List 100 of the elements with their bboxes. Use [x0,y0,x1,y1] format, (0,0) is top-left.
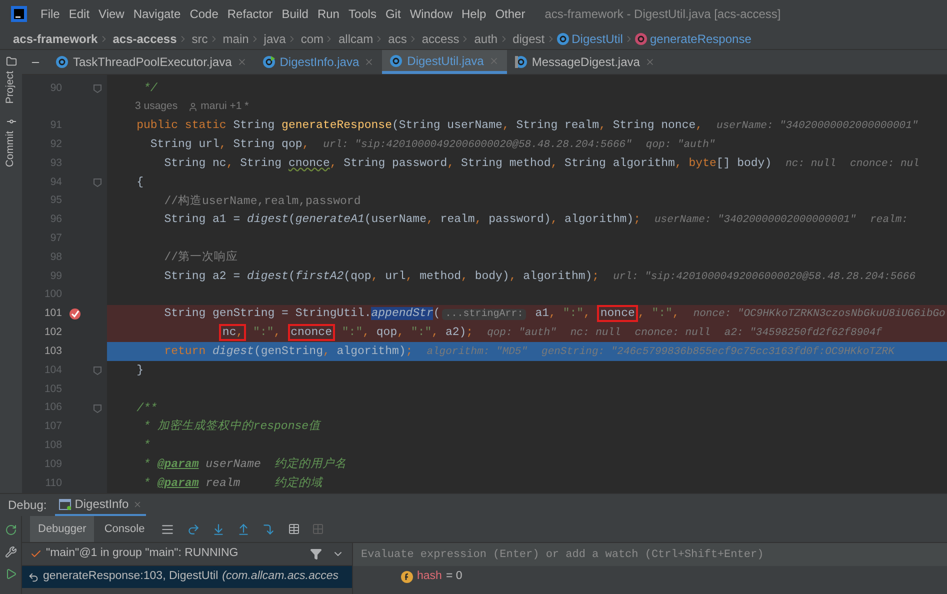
code-token: generateResponse [282,119,392,132]
rerun-icon[interactable] [4,524,16,536]
stack-frame[interactable]: generateResponse:103, DigestUtil (com.allcam.acs.acces [22,566,352,588]
menu-item[interactable]: Other [490,5,530,23]
field-icon [401,571,413,583]
code-token: ":" [562,307,584,320]
code-token: , [672,307,680,320]
menu-item[interactable]: View [94,5,129,23]
menu-item[interactable]: Window [405,5,457,23]
code-token: (qop, url, method, body), algorithm); [344,270,600,283]
inline-value-hint: algorithm: "MD5" [426,346,528,358]
code-token: */ [142,82,158,95]
close-icon[interactable] [364,57,374,67]
breadcrumb-item[interactable]: generateResponse [650,30,752,48]
class-icon [556,32,569,44]
inline-value-hint: userName: "34020000002000000001" [654,214,856,226]
menu-item[interactable]: Run [312,5,344,23]
class-icon [390,54,402,66]
breadcrumb-item[interactable]: main [222,30,249,48]
code-token: , [638,307,646,320]
usages-count[interactable]: 3 usages [135,99,178,116]
inline-value-hint: qop: "auth" [487,327,556,340]
return-arrow-icon [28,572,39,582]
resume-icon[interactable] [4,568,16,580]
inline-value-hint: url: "sip:42010000492006000020@58.48.28.204:5666 [613,270,916,283]
code-token: byte [688,156,716,170]
code-token: , String password, String method, String algorithm, [330,156,683,170]
code-token: //第一次响应 [163,251,238,264]
breadcrumb-item[interactable]: acs-framework [13,30,98,48]
editor-tab[interactable]: MessageDigest.java [506,50,663,74]
menu-icon[interactable] [160,522,174,536]
code-token: appendStr [371,307,434,320]
menu-item[interactable]: Tools [344,5,381,23]
code-token: //构造userName,realm,password [163,194,361,208]
debugger-tab[interactable]: Debugger [30,516,94,542]
editor-tab[interactable]: DigestInfo.java [254,50,382,74]
variable-name[interactable]: hash [417,568,442,586]
close-icon[interactable] [236,57,247,67]
inline-value-hint: userName: "34020000002000000001" [716,120,918,132]
step-into-icon[interactable] [212,522,225,536]
inline-value-hint: a2: "34598250fd2f62f8904f [724,327,882,340]
evaluate-field[interactable]: Evaluate expression (Enter) or add a watch (Ctrl+Shift+Enter) [353,543,947,566]
code-token: String url, String qop, [149,138,310,151]
code-token: [] body) [716,156,772,170]
debugger-tab[interactable]: Console [96,516,153,542]
breadcrumb-item[interactable]: digest [512,30,545,48]
run-to-cursor-icon[interactable] [262,522,275,536]
inline-value-hint: realm: [870,214,908,226]
code-token: * [142,458,152,472]
inline-value-hint: cnonce: nul [850,158,920,170]
breadcrumb-item[interactable]: acs-access [112,30,177,48]
fold-icon[interactable] [93,366,102,376]
code-token: 约定的用户名 [274,458,347,472]
fold-icon[interactable] [93,84,102,93]
code-token: ":" [340,326,363,340]
code-token: digest [247,270,288,283]
grid-icon [312,523,324,535]
breadcrumb-item[interactable]: auth [474,30,498,48]
code-token: ( [288,270,296,283]
code-token: cnonce [288,156,330,170]
menu-item[interactable]: Build [277,5,313,23]
step-out-icon[interactable] [236,522,250,536]
close-icon[interactable] [132,500,142,508]
panel-title: Debug: [8,497,47,514]
filter-icon[interactable] [310,548,322,560]
breadcrumb-item[interactable]: DigestUtil [572,30,623,48]
menu-item[interactable]: Edit [64,5,94,23]
table-icon[interactable] [288,523,300,535]
code-token: a1, [534,307,557,320]
step-over-icon[interactable] [186,522,200,536]
breadcrumb-item[interactable]: access [422,30,460,48]
breadcrumb-item[interactable]: com [300,30,324,48]
thread-label[interactable]: "main"@1 in group "main": RUNNING [46,545,238,563]
breakpoint-icon[interactable] [69,308,81,320]
breadcrumb-item[interactable]: acs [388,30,407,48]
menu-item[interactable]: Help [457,5,491,23]
app-window-icon [58,498,71,510]
tool-window-button[interactable]: Project [3,50,19,110]
menu-item[interactable]: Git [380,5,406,23]
breadcrumb-item[interactable]: java [264,30,286,48]
breadcrumb-item[interactable]: allcam [338,30,374,48]
code-token: String nc, String [163,156,283,170]
code-token: , [274,326,282,340]
class-icon [56,56,68,68]
class-icon [262,56,275,68]
code-token: * [142,476,152,490]
settings-icon[interactable] [4,546,16,558]
code-token: 约定的域 [274,476,323,490]
code-token: String genString = StringUtil. [163,307,372,320]
close-icon[interactable] [644,57,655,67]
menu-item[interactable]: Code [185,5,223,23]
fold-icon[interactable] [93,178,102,187]
menu-item[interactable]: Navigate [128,5,186,23]
menu-item[interactable]: Refactor [222,5,278,23]
code-token: , [584,307,592,320]
fold-icon[interactable] [93,404,102,413]
breadcrumb-item[interactable]: src [192,30,208,48]
tool-window-button[interactable]: Commit [3,110,19,173]
editor-tab[interactable]: TaskThreadPoolExecutor.java [48,50,255,74]
menu-item[interactable]: File [36,5,64,23]
